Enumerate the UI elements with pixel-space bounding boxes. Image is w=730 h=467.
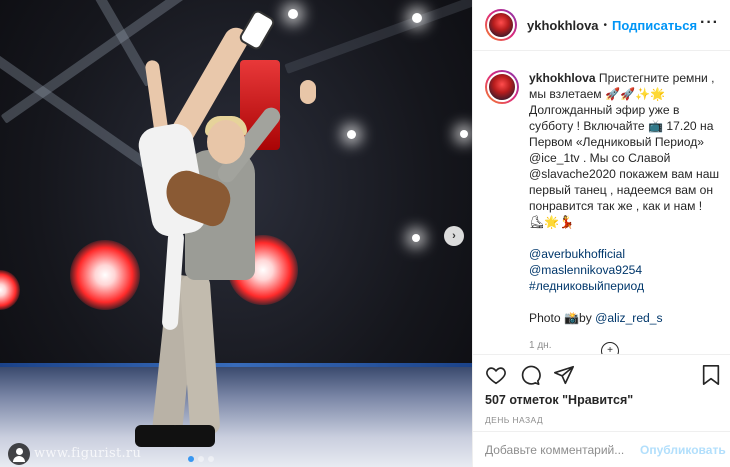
photo-credit-link[interactable]: @aliz_red_s <box>595 311 662 325</box>
caption-line: ⛸🌟💃 <box>529 215 575 229</box>
caption-line: Долгожданный эфир уже в субботу ! Включа… <box>529 103 720 213</box>
carousel-dots <box>188 456 214 462</box>
bookmark-icon[interactable] <box>701 364 721 386</box>
chevron-right-icon: › <box>452 230 456 242</box>
caption-text: ykhokhlova Пристегните ремни , мы взлета… <box>529 70 721 354</box>
header-username[interactable]: ykhokhlova <box>527 18 599 33</box>
caption-section: ykhokhlova Пристегните ремни , мы взлета… <box>473 52 730 354</box>
heart-icon[interactable] <box>485 364 507 386</box>
stage-spotlight <box>412 234 420 242</box>
publish-button[interactable]: Опубликовать <box>640 443 726 457</box>
red-stage-light <box>70 240 140 310</box>
comment-input[interactable] <box>485 442 640 457</box>
separator: • <box>603 19 608 31</box>
carousel-dot <box>208 456 214 462</box>
post-header: ykhokhlova • Подписаться ··· <box>473 0 730 51</box>
add-comment-bar: Опубликовать <box>473 431 730 467</box>
carousel-next-button[interactable]: › <box>444 226 464 246</box>
post-photo[interactable]: › www.figurist.ru <box>0 0 472 467</box>
hashtag-link[interactable]: #ледниковыйпериод <box>529 278 721 294</box>
follow-button[interactable]: Подписаться <box>612 18 697 33</box>
photo-watermark: www.figurist.ru <box>34 446 142 461</box>
instagram-post: › www.figurist.ru ykhokhlova • Подписать… <box>0 0 730 467</box>
carousel-dot <box>198 456 204 462</box>
post-side-panel: ykhokhlova • Подписаться ··· ykhokhlova … <box>472 0 730 467</box>
stage-spotlight <box>460 130 468 138</box>
comment-icon[interactable] <box>519 364 541 386</box>
likes-count[interactable]: 507 отметок "Нравится" <box>485 393 721 407</box>
stage-spotlight <box>347 130 356 139</box>
mention-link[interactable]: @maslennikova9254 <box>529 262 721 278</box>
user-icon <box>15 448 23 455</box>
share-icon[interactable] <box>553 364 575 386</box>
skater-man <box>300 80 316 104</box>
post-actions: 507 отметок "Нравится" ДЕНЬ НАЗАД <box>473 354 730 425</box>
caption-username[interactable]: ykhokhlova <box>529 71 596 85</box>
stage-spotlight <box>288 9 298 19</box>
load-more-comments-button[interactable]: + <box>601 342 619 354</box>
photo-credit-prefix: Photo 📸by <box>529 311 596 325</box>
skate-boot <box>170 425 215 447</box>
skater-man <box>207 120 245 164</box>
avatar[interactable] <box>485 70 519 104</box>
caption-time: 1 дн. <box>529 340 552 351</box>
stage-truss <box>284 0 472 74</box>
mention-link[interactable]: @averbukhofficial <box>529 246 721 262</box>
user-tag-button[interactable] <box>8 443 30 465</box>
carousel-dot <box>188 456 194 462</box>
red-stage-light <box>0 270 20 310</box>
avatar[interactable] <box>485 9 517 41</box>
post-date: ДЕНЬ НАЗАД <box>485 415 544 425</box>
stage-spotlight <box>412 13 422 23</box>
plus-icon: + <box>607 345 613 354</box>
more-options-icon[interactable]: ··· <box>700 14 719 32</box>
